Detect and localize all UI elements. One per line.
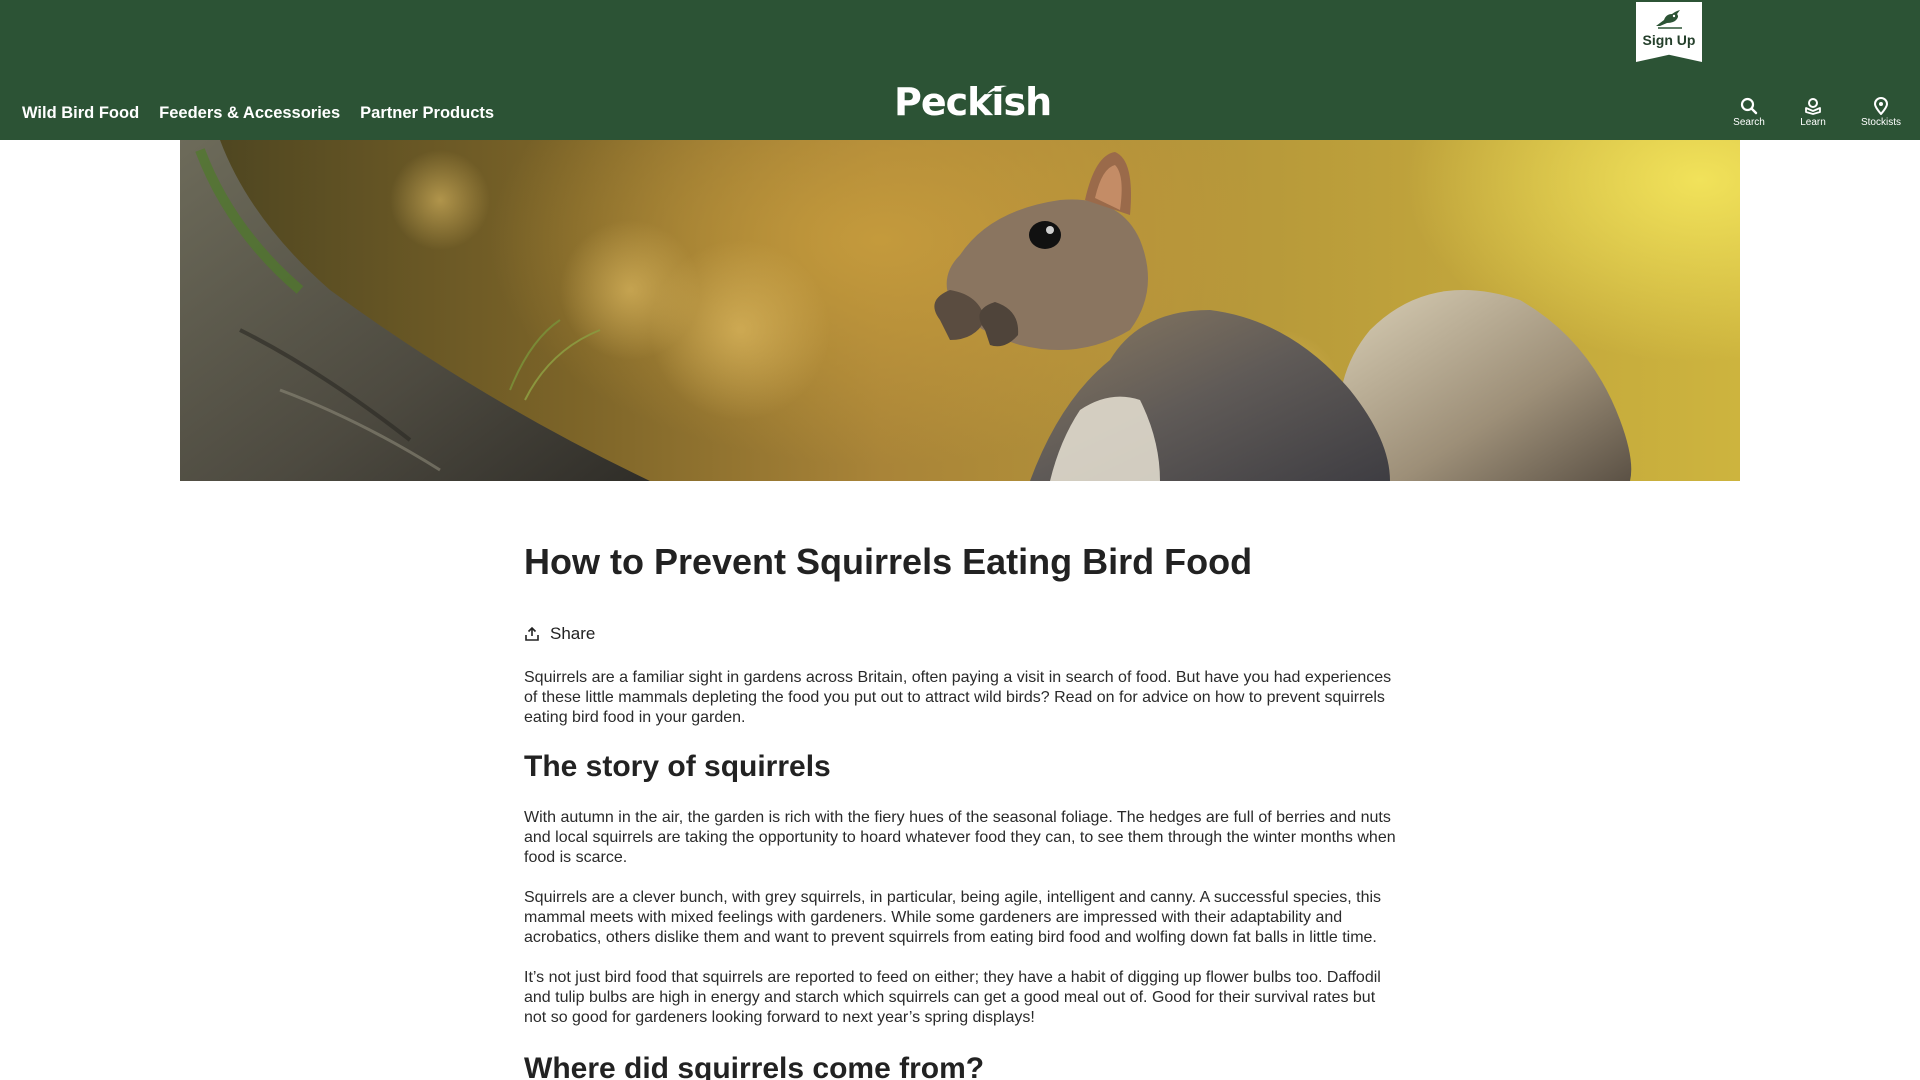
learn-icon bbox=[1805, 98, 1821, 115]
bird-icon bbox=[1656, 10, 1682, 29]
logo-leaf-icon bbox=[987, 85, 1007, 94]
nav-partner-products[interactable]: Partner Products bbox=[360, 104, 494, 123]
story-paragraph-2: Squirrels are a clever bunch, with grey … bbox=[524, 889, 1382, 946]
article: How to Prevent Squirrels Eating Bird Foo… bbox=[524, 540, 1396, 1080]
site-header: Sign Up Wild Bird Food Feeders & Accesso… bbox=[0, 0, 1920, 140]
peckish-logo[interactable]: Peckish bbox=[894, 80, 1052, 124]
hero-squirrel-image bbox=[180, 140, 1740, 481]
search-button[interactable]: Search bbox=[1719, 97, 1779, 128]
search-icon bbox=[1740, 97, 1758, 115]
sign-up-button[interactable]: Sign Up bbox=[1636, 2, 1702, 62]
share-button[interactable]: Share bbox=[524, 624, 614, 644]
squirrel-illustration bbox=[180, 140, 1632, 481]
section-heading-origin: Where did squirrels come from? bbox=[524, 1052, 985, 1080]
sign-up-label: Sign Up bbox=[1642, 32, 1696, 48]
logo-text: Peckish bbox=[894, 80, 1052, 124]
nav-wild-bird-food[interactable]: Wild Bird Food bbox=[22, 104, 139, 123]
main-nav: Wild Bird Food Feeders & Accessories Par… bbox=[22, 104, 494, 123]
share-icon bbox=[525, 626, 539, 641]
search-label: Search bbox=[1733, 117, 1765, 128]
learn-label: Learn bbox=[1800, 117, 1826, 128]
learn-button[interactable]: Learn bbox=[1783, 97, 1843, 128]
intro-paragraph: Squirrels are a familiar sight in garden… bbox=[524, 669, 1392, 726]
stockists-label: Stockists bbox=[1860, 117, 1901, 128]
stockists-button[interactable]: Stockists bbox=[1851, 97, 1911, 128]
story-paragraph-3: It’s not just bird food that squirrels a… bbox=[524, 969, 1381, 1026]
location-pin-icon bbox=[1874, 97, 1888, 115]
section-heading-story: The story of squirrels bbox=[524, 750, 831, 783]
nav-feeders-accessories[interactable]: Feeders & Accessories bbox=[159, 104, 340, 123]
story-paragraph-1: With autumn in the air, the garden is ri… bbox=[524, 809, 1396, 866]
article-title: How to Prevent Squirrels Eating Bird Foo… bbox=[524, 541, 1253, 582]
share-label: Share bbox=[550, 624, 596, 643]
